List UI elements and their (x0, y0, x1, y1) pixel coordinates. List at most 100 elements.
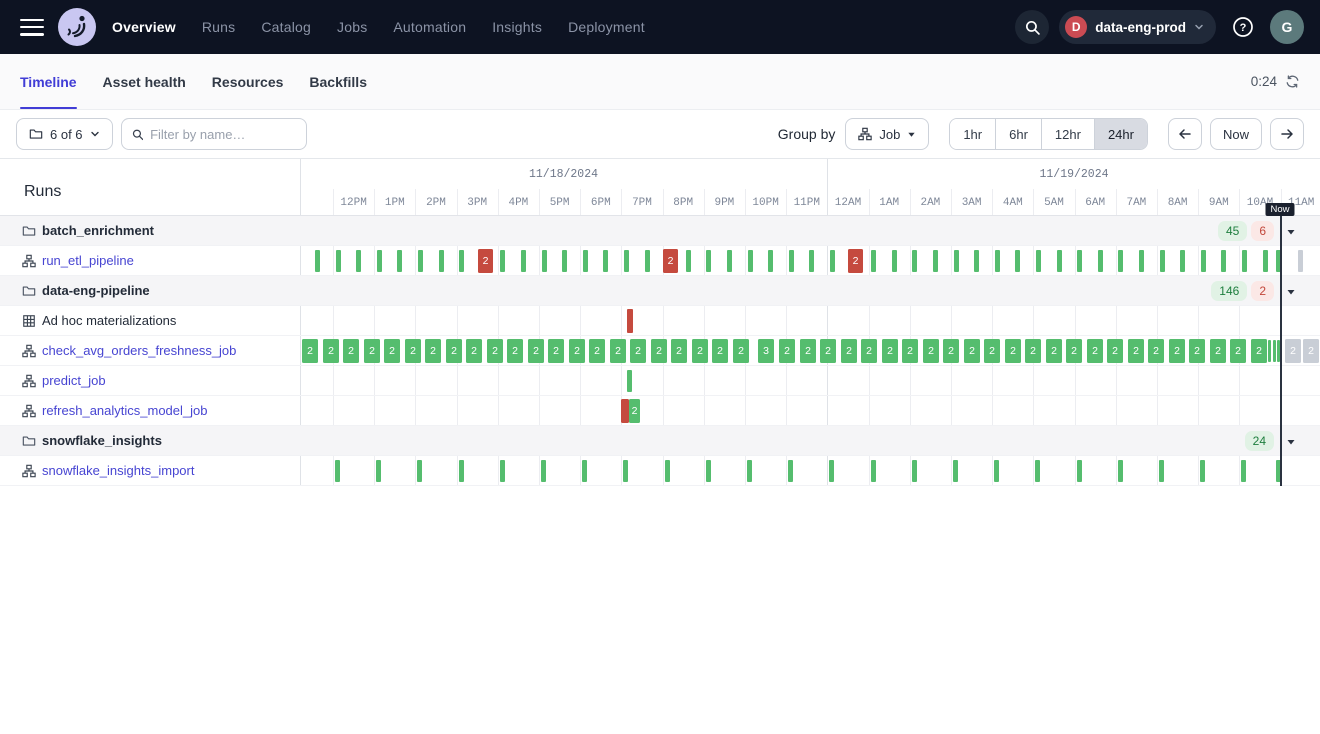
tab-asset-health[interactable]: Asset health (103, 54, 186, 109)
run-bar-s[interactable] (1077, 460, 1082, 482)
run-bar-s[interactable] (912, 460, 917, 482)
run-bar-s[interactable]: 2 (507, 339, 523, 363)
now-button[interactable]: Now (1210, 118, 1262, 150)
run-bar-s[interactable] (748, 250, 753, 272)
expand-caret-icon[interactable] (1283, 434, 1298, 449)
menu-icon[interactable] (20, 19, 44, 36)
run-bar-s[interactable]: 2 (671, 339, 687, 363)
row-label-snowflake-insights-import[interactable]: snowflake_insights_import (42, 463, 194, 478)
run-bar-s[interactable] (541, 460, 546, 482)
run-bar-s[interactable]: 2 (528, 339, 544, 363)
run-bar-s[interactable] (686, 250, 691, 272)
run-bar-f[interactable]: 2 (478, 249, 493, 273)
run-bar-s[interactable]: 2 (302, 339, 318, 363)
run-bar-s[interactable]: 2 (1169, 339, 1185, 363)
run-bar-s[interactable] (892, 250, 897, 272)
run-bar-s[interactable] (645, 250, 650, 272)
run-bar-s[interactable]: 2 (651, 339, 667, 363)
run-bar-s[interactable]: 2 (548, 339, 564, 363)
run-bar-s[interactable]: 2 (800, 339, 816, 363)
run-bar-s[interactable] (377, 250, 382, 272)
nav-item-jobs[interactable]: Jobs (337, 19, 367, 35)
run-bar-s[interactable] (706, 250, 711, 272)
nav-item-automation[interactable]: Automation (393, 19, 466, 35)
run-bar-s[interactable] (500, 250, 505, 272)
run-bar-s[interactable]: 2 (923, 339, 939, 363)
range-24hr[interactable]: 24hr (1094, 119, 1147, 149)
run-bar-s[interactable] (953, 460, 958, 482)
run-bar-s[interactable] (1241, 460, 1246, 482)
run-bar-s[interactable]: 2 (692, 339, 708, 363)
run-bar-s[interactable]: 2 (779, 339, 795, 363)
user-avatar[interactable]: G (1270, 10, 1304, 44)
run-bar-s[interactable] (871, 460, 876, 482)
run-bar-s[interactable]: 2 (1005, 339, 1021, 363)
run-bar-s[interactable]: 2 (964, 339, 980, 363)
run-bar-s[interactable] (706, 460, 711, 482)
run-bar-s[interactable] (1242, 250, 1247, 272)
run-bar-s[interactable]: 2 (733, 339, 749, 363)
run-bar-s[interactable]: 2 (1210, 339, 1226, 363)
run-bar-s[interactable]: 2 (1107, 339, 1123, 363)
run-bar-s[interactable] (603, 250, 608, 272)
run-bar-f[interactable]: 2 (848, 249, 863, 273)
row-label-predict-job[interactable]: predict_job (42, 373, 106, 388)
run-bar-s[interactable] (336, 250, 341, 272)
run-bar-s[interactable] (397, 250, 402, 272)
expand-caret-icon[interactable] (1283, 284, 1298, 299)
run-bar-s[interactable] (1118, 460, 1123, 482)
run-bar-s[interactable] (542, 250, 547, 272)
deployment-switcher[interactable]: D data-eng-prod (1059, 10, 1216, 44)
run-bar-s[interactable] (1098, 250, 1103, 272)
run-bar-s[interactable]: 2 (343, 339, 359, 363)
run-bar-s[interactable]: 2 (820, 339, 836, 363)
run-bar-s[interactable] (1200, 460, 1205, 482)
run-bar-s[interactable] (1263, 250, 1268, 272)
timeline-prev-button[interactable] (1168, 118, 1202, 150)
run-bar-q[interactable]: 2 (1303, 339, 1319, 363)
run-bar-s[interactable]: 2 (1046, 339, 1062, 363)
run-bar-s[interactable] (439, 250, 444, 272)
run-bar-s[interactable]: 2 (882, 339, 898, 363)
run-bar-s[interactable]: 2 (1087, 339, 1103, 363)
row-label-run-etl-pipeline[interactable]: run_etl_pipeline (42, 253, 134, 268)
run-bar-s[interactable] (933, 250, 938, 272)
row-label-check-avg-orders-freshness-job[interactable]: check_avg_orders_freshness_job (42, 343, 236, 358)
run-bar-s[interactable] (665, 460, 670, 482)
run-bar-s[interactable] (627, 370, 632, 392)
run-bar-s[interactable] (1268, 340, 1271, 362)
run-bar-s[interactable] (974, 250, 979, 272)
run-bar-s[interactable] (1139, 250, 1144, 272)
run-bar-s[interactable] (871, 250, 876, 272)
run-bar-s[interactable]: 2 (861, 339, 877, 363)
run-bar-s[interactable] (315, 250, 320, 272)
run-bar-s[interactable] (1159, 460, 1164, 482)
filter-input[interactable] (150, 127, 295, 142)
run-bar-s[interactable] (459, 250, 464, 272)
run-bar-s[interactable] (1077, 250, 1082, 272)
run-bar-s[interactable] (829, 460, 834, 482)
run-bar-s[interactable] (500, 460, 505, 482)
run-bar-s[interactable]: 2 (384, 339, 400, 363)
nav-item-runs[interactable]: Runs (202, 19, 235, 35)
run-bar-s[interactable]: 3 (758, 339, 774, 363)
run-bar-s[interactable] (1057, 250, 1062, 272)
run-bar-s[interactable]: 2 (446, 339, 462, 363)
refresh-icon[interactable] (1285, 74, 1300, 89)
range-6hr[interactable]: 6hr (995, 119, 1041, 149)
run-bar-s[interactable] (727, 250, 732, 272)
run-bar-s[interactable]: 2 (364, 339, 380, 363)
run-bar-s[interactable] (335, 460, 340, 482)
run-bar-s[interactable] (376, 460, 381, 482)
run-bar-s[interactable] (954, 250, 959, 272)
tab-resources[interactable]: Resources (212, 54, 284, 109)
run-bar-s[interactable] (1180, 250, 1185, 272)
run-bar-s[interactable]: 2 (1025, 339, 1041, 363)
help-icon[interactable]: ? (1226, 10, 1260, 44)
run-bar-s[interactable]: 2 (569, 339, 585, 363)
run-bar-s[interactable]: 2 (610, 339, 626, 363)
run-bar-s[interactable] (418, 250, 423, 272)
run-bar-s[interactable] (830, 250, 835, 272)
run-bar-s[interactable] (582, 460, 587, 482)
run-bar-s[interactable] (747, 460, 752, 482)
